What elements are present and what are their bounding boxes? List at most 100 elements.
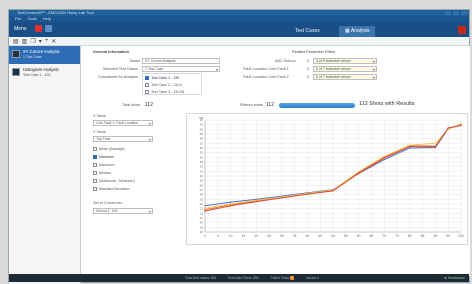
y-tick-label: 33 — [200, 160, 204, 164]
stat-option[interactable]: Mean (Average) — [93, 147, 125, 151]
data-point — [460, 124, 462, 127]
x-tick-label: 85 — [421, 234, 425, 238]
filter-badge: 1 — [307, 59, 310, 63]
close-window-button[interactable] — [461, 11, 467, 15]
x-tick-label: 40 — [306, 234, 310, 238]
y-tick-label: 27 — [200, 188, 204, 192]
data-point — [357, 171, 360, 173]
copy-icon[interactable]: ❐ — [30, 38, 35, 45]
x-tick-label: 95 — [446, 234, 450, 238]
chart-icon — [12, 50, 20, 58]
data-point — [357, 172, 360, 174]
checkbox-icon — [93, 163, 97, 167]
checkbox-icon — [93, 147, 97, 151]
name-label: Name — [130, 59, 141, 63]
x-tick-label: 15 — [242, 234, 246, 238]
y-value-label: Y Value — [93, 130, 106, 134]
selected-cases-label: Selected Test Cases — [103, 67, 138, 71]
test-case-option[interactable]: Test Case 1 - 139 — [145, 76, 179, 80]
data-point — [383, 158, 385, 161]
y-axis-label: ms — [199, 116, 204, 120]
filter-label: Fault Location, Line Fault 2 — [243, 75, 289, 79]
total-shots-label: Total shots — [122, 103, 141, 107]
filter-badge: 1 — [307, 75, 310, 79]
data-point — [409, 144, 411, 146]
tab-analysis[interactable]: ▦ Analysis — [339, 26, 376, 37]
x-value-dropdown[interactable]: Line Fault 1: Fault Location — [93, 120, 153, 126]
settings-icon[interactable] — [45, 25, 52, 32]
tab-test-cases[interactable]: Test Cases — [289, 26, 326, 37]
menu-button[interactable]: Menu — [12, 25, 32, 34]
curves-label: Set of Curves for... — [93, 201, 125, 205]
data-point — [255, 200, 257, 203]
sidebar-item-xy-curves[interactable]: XY Curves Analysis 1 Test Case — [9, 46, 80, 64]
data-point — [229, 203, 232, 205]
delete-icon[interactable]: ✕ — [51, 38, 56, 45]
save-icon[interactable]: ▥ — [22, 38, 28, 45]
filtered-shots-value: 112 — [266, 102, 274, 108]
general-info-title: General Information — [93, 50, 130, 54]
close-tab-icon[interactable] — [458, 26, 466, 34]
y-tick-label: 34 — [200, 155, 204, 159]
x-tick-label: 55 — [344, 234, 348, 238]
sidebar-item-label: Histogram Analysis — [23, 67, 59, 72]
status-failed: Failed Tests 0 — [270, 276, 295, 280]
total-shots-value: 112 — [145, 102, 153, 108]
shots-progress-track — [279, 103, 355, 108]
new-icon[interactable]: ▤ — [13, 38, 19, 45]
filter-dropdown[interactable]: 2 of 7 available values — [313, 74, 377, 80]
name-input[interactable]: XY Curves Analysis — [142, 58, 220, 64]
y-tick-label: 36 — [200, 146, 204, 150]
stat-option[interactable]: Minimum — [93, 155, 114, 159]
record-icon[interactable] — [35, 25, 42, 32]
data-point — [460, 123, 462, 125]
y-tick-label: 22 — [200, 211, 204, 215]
filter-dropdown[interactable]: 4 of 6 available values — [313, 58, 377, 64]
y-tick-label: 39 — [200, 132, 204, 136]
y-tick-label: 31 — [200, 169, 204, 173]
test-case-option[interactable]: Test Case 3 - 13U2N — [145, 90, 184, 94]
window-controls — [445, 11, 467, 15]
data-point — [204, 207, 206, 209]
x-tick-label: 5 — [217, 234, 219, 238]
x-value-label: X Value — [93, 114, 107, 118]
filter-dropdown[interactable]: 2 of 7 available values — [313, 66, 377, 72]
data-point — [332, 190, 334, 192]
y-tick-label: 35 — [200, 151, 204, 155]
sidebar-item-sub: Test Case 1 - 139 — [23, 73, 51, 77]
minimize-button[interactable] — [445, 11, 451, 15]
stat-option[interactable]: Maximum — [93, 163, 115, 167]
toolbar: ▤ ▥ ❐ ▾ + ✕ — [9, 37, 469, 46]
checkbox-icon — [145, 83, 149, 87]
data-point — [409, 145, 411, 148]
stat-option[interactable]: Standard Deviation — [93, 187, 130, 191]
ribbon: Menu Test Cases ▦ Analysis — [9, 22, 469, 37]
stat-option[interactable]: Median — [93, 171, 111, 175]
y-tick-label: 37 — [200, 141, 204, 145]
status-total: Total test cases 288 — [185, 276, 216, 280]
add-icon[interactable]: + — [45, 38, 49, 44]
chevron-down-icon[interactable]: ▾ — [39, 38, 42, 45]
y-tick-label: 18 — [200, 230, 204, 234]
data-point — [383, 155, 385, 158]
x-tick-label: 30 — [280, 234, 284, 238]
checkbox-icon — [145, 90, 149, 94]
stat-option[interactable]: (Maximum - Minimum) — [93, 179, 135, 183]
hardware-status[interactable]: ● Hardware — [444, 275, 465, 280]
filter-label: Fault Location, Line Fault 1 — [243, 67, 289, 71]
tab-analysis-label: Analysis — [350, 28, 370, 34]
x-tick-label: 25 — [267, 234, 271, 238]
curves-dropdown[interactable]: School 1: 100 — [93, 208, 153, 214]
status-issues: Issues 0 — [306, 276, 320, 280]
maximize-button[interactable] — [453, 11, 459, 15]
x-tick-label: 90 — [434, 234, 438, 238]
checkbox-checked-icon — [93, 155, 97, 159]
data-point — [434, 146, 437, 148]
y-value-dropdown[interactable]: Trip Time — [93, 136, 153, 142]
test-case-option[interactable]: Test Case 2 - 13U4 — [145, 83, 182, 87]
sidebar-item-label: XY Curves Analysis — [23, 49, 60, 54]
considered-label: Considered for Analysis — [98, 75, 138, 79]
x-tick-label: 20 — [254, 234, 258, 238]
sidebar-item-histogram[interactable]: Histogram Analysis Test Case 1 - 139 — [9, 64, 80, 82]
selected-cases-dropdown[interactable]: 1 Test Case — [142, 66, 220, 72]
